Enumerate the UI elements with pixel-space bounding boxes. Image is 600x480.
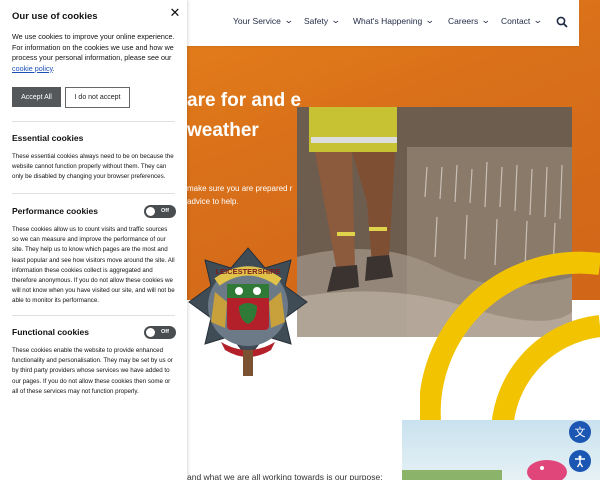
cookie-intro: We use cookies to improve your online ex…: [12, 32, 177, 74]
essential-cookies-title: Essential cookies: [12, 133, 84, 143]
hero-title: are for and e weather: [187, 90, 302, 141]
translate-icon[interactable]: 文: [569, 421, 591, 443]
nav-label: What's Happening: [353, 15, 423, 26]
nav-your-service[interactable]: Your Service ⌄: [233, 15, 294, 26]
cookie-title: Our use of cookies: [12, 11, 98, 22]
accept-all-button[interactable]: Accept All: [12, 87, 61, 107]
accessibility-icon[interactable]: [569, 450, 591, 472]
nav-contact[interactable]: Contact ⌄: [501, 15, 543, 26]
chevron-down-icon: ⌄: [533, 15, 543, 25]
toggle-label: Off: [161, 208, 169, 214]
toggle-knob: [146, 207, 155, 216]
functional-cookies-title: Functional cookies: [12, 327, 89, 337]
divider: [12, 315, 175, 316]
chevron-down-icon: ⌄: [481, 15, 491, 25]
divider: [12, 121, 175, 122]
cookie-policy-link[interactable]: cookie policy: [12, 64, 53, 73]
cookie-consent-panel: Our use of cookies ✕ We use cookies to i…: [0, 0, 187, 480]
purpose-text: and what we are all working towards is o…: [187, 472, 383, 480]
toggle-knob: [146, 328, 155, 337]
cookie-intro-text: We use cookies to improve your online ex…: [12, 32, 175, 62]
performance-cookies-toggle[interactable]: Off: [144, 205, 176, 218]
intro-suffix: .: [52, 63, 55, 73]
toggle-label: Off: [161, 329, 169, 335]
search-icon[interactable]: [556, 15, 570, 29]
divider: [12, 193, 175, 194]
nav-label: Careers: [448, 15, 479, 26]
chevron-down-icon: ⌄: [330, 15, 341, 25]
site-navbar: Your Service ⌄ Safety ⌄ What's Happening…: [187, 0, 579, 46]
nav-careers[interactable]: Careers ⌄: [448, 15, 491, 26]
functional-cookies-toggle[interactable]: Off: [144, 326, 176, 339]
chevron-down-icon: ⌄: [283, 15, 294, 25]
close-icon[interactable]: ✕: [168, 6, 182, 20]
decorative-swirl: [420, 251, 600, 440]
nav-label: Your Service: [233, 15, 281, 26]
functional-cookies-text: These cookies enable the website to prov…: [12, 347, 173, 395]
decline-button[interactable]: I do not accept: [65, 87, 130, 108]
performance-cookies-text: These cookies allow us to count visits a…: [12, 226, 175, 305]
nav-label: Contact: [501, 15, 531, 26]
nav-label: Safety: [304, 15, 329, 26]
performance-cookies-title: Performance cookies: [12, 206, 98, 216]
crest-text: LEICESTERSHIRE: [215, 267, 280, 276]
nav-whats-happening[interactable]: What's Happening ⌄: [353, 15, 435, 26]
chevron-down-icon: ⌄: [425, 15, 435, 25]
hero-subtitle: make sure you are prepared r advice to h…: [187, 184, 293, 206]
fire-service-crest: LEICESTERSHIRE: [187, 246, 309, 378]
nav-safety[interactable]: Safety ⌄: [304, 15, 341, 26]
essential-cookies-text: These essential cookies always need to b…: [12, 153, 174, 181]
